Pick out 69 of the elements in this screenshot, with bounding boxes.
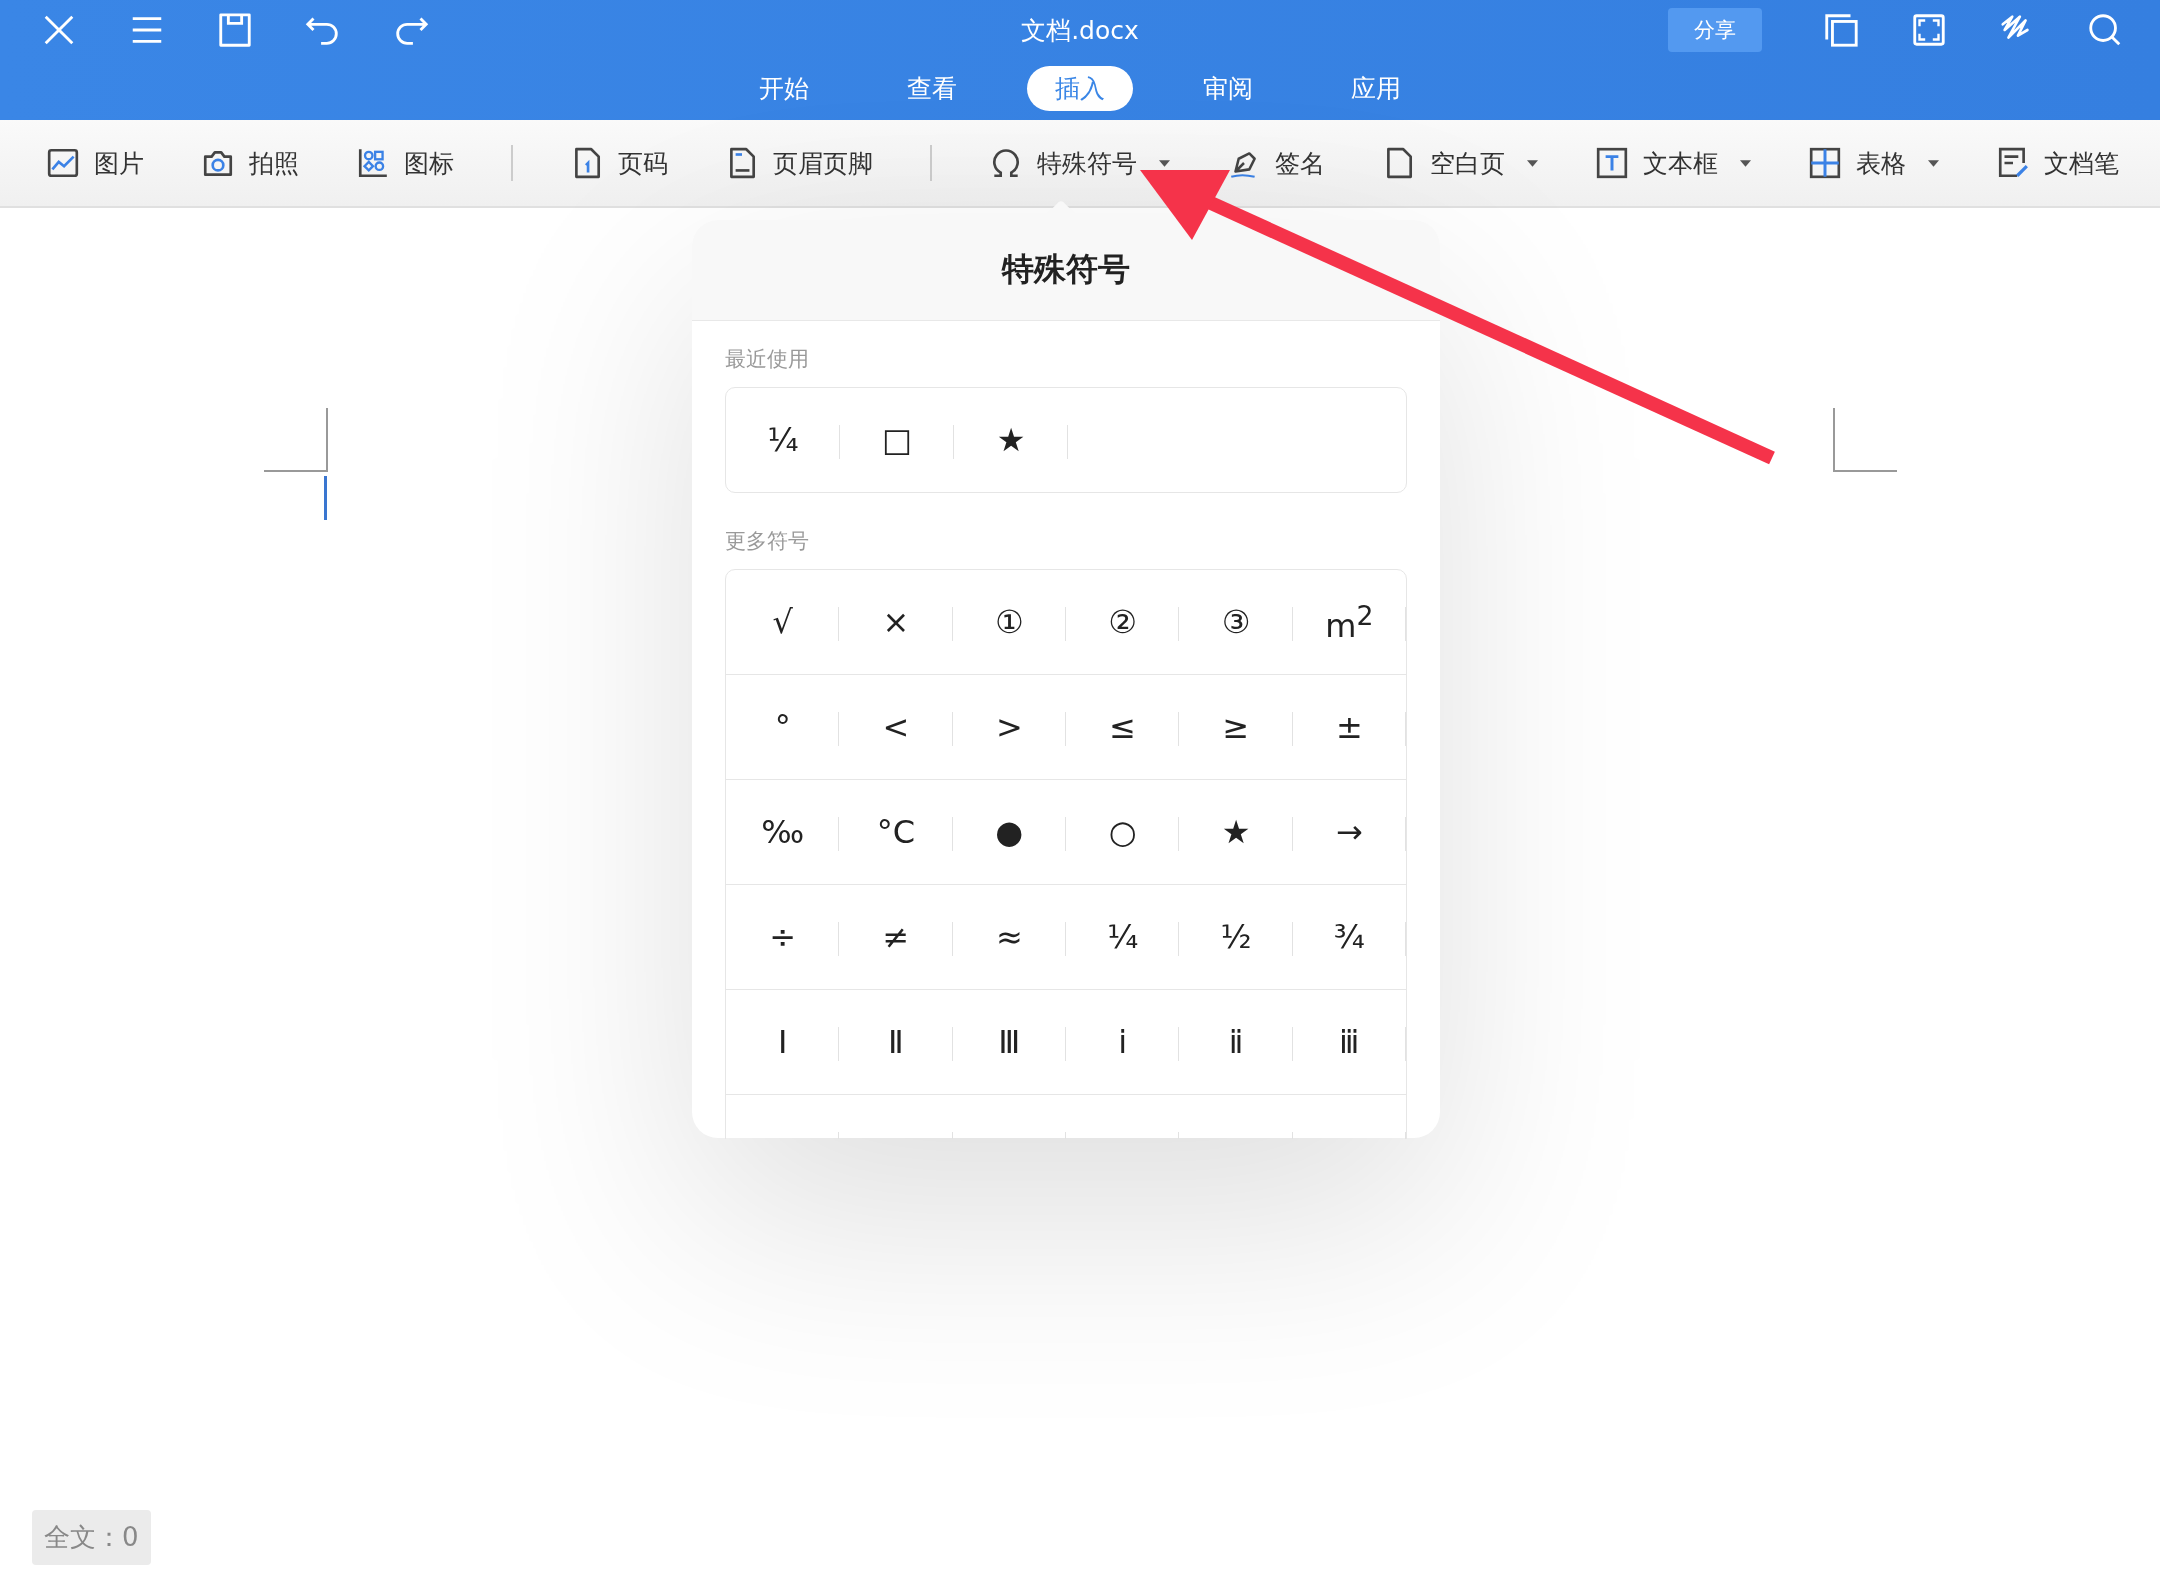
- symbol-button[interactable]: °C: [839, 780, 953, 884]
- symbol-button[interactable]: ●: [952, 780, 1066, 884]
- tab[interactable]: 插入: [1027, 66, 1133, 111]
- symbol-button[interactable]: ¼: [1066, 885, 1180, 989]
- text-cursor: [324, 476, 327, 520]
- toolbar-button[interactable]: 空白页: [1382, 142, 1538, 184]
- symbol-button[interactable]: ★: [954, 388, 1068, 492]
- symbol-button[interactable]: ≤: [1066, 675, 1180, 779]
- symbol-button[interactable]: ×: [839, 570, 953, 674]
- tab[interactable]: 应用: [1323, 66, 1429, 111]
- word-count: 全文：0: [32, 1510, 151, 1565]
- toolbar-button[interactable]: 特殊符号: [989, 142, 1170, 184]
- symbol-button[interactable]: Ⅰ: [726, 990, 840, 1094]
- symbol-button[interactable]: ≠: [839, 885, 953, 989]
- symbol-button[interactable]: >: [952, 675, 1066, 779]
- toolbar-button[interactable]: 页码: [570, 142, 668, 184]
- symbol-button[interactable]: ¼: [726, 388, 840, 492]
- section-label: 最近使用: [725, 346, 810, 373]
- note-edit-icon: [1996, 146, 2030, 180]
- popup-title: 特殊符号: [1002, 249, 1130, 290]
- caret-icon: [1159, 159, 1170, 167]
- symbol-button[interactable]: ÷: [726, 885, 840, 989]
- tab[interactable]: 开始: [731, 66, 837, 111]
- margin-corner-mark: [264, 408, 328, 472]
- picture-icon: [46, 146, 80, 180]
- windows-icon[interactable]: [1822, 11, 1860, 49]
- symbol-button[interactable]: ≥: [1179, 675, 1293, 779]
- symbol-button[interactable]: ≈: [952, 885, 1066, 989]
- symbol-button[interactable]: ⅲ: [1292, 990, 1406, 1094]
- symbol-button[interactable]: °: [726, 675, 840, 779]
- symbol-button[interactable]: √: [726, 570, 840, 674]
- symbol-button[interactable]: →: [1292, 780, 1406, 884]
- toolbar-button[interactable]: 拍照: [201, 142, 299, 184]
- caret-icon: [1928, 159, 1939, 167]
- text-box-icon: [1595, 146, 1629, 180]
- toolbar-button[interactable]: 签名: [1227, 142, 1325, 184]
- toolbar-button[interactable]: 页眉页脚: [725, 142, 873, 184]
- tab[interactable]: 审阅: [1175, 66, 1281, 111]
- toolbar-button[interactable]: 图标: [356, 142, 454, 184]
- symbol-button[interactable]: ★: [1179, 780, 1293, 884]
- section-label: 更多符号: [725, 528, 810, 555]
- table-icon: [1808, 146, 1842, 180]
- toolbar-button[interactable]: 图片: [46, 142, 144, 184]
- symbol-button[interactable]: ⅱ: [1179, 990, 1293, 1094]
- symbol-button[interactable]: ③: [1179, 570, 1293, 674]
- symbol-button[interactable]: ②: [1066, 570, 1180, 674]
- symbol-button[interactable]: ¾: [1292, 885, 1406, 989]
- caret-icon: [1740, 159, 1751, 167]
- toolbar-button[interactable]: 文本框: [1595, 142, 1751, 184]
- symbol-button[interactable]: ○: [1066, 780, 1180, 884]
- symbol-button[interactable]: <: [839, 675, 953, 779]
- symbol-button[interactable]: Ⅲ: [952, 990, 1066, 1094]
- window-title: 文档.docx: [1021, 14, 1139, 47]
- fullscreen-icon[interactable]: [1910, 11, 1948, 49]
- shapes-icon: [356, 146, 390, 180]
- symbol-button[interactable]: m$^{2}$: [1292, 570, 1406, 674]
- symbol-button[interactable]: Ⅱ: [839, 990, 953, 1094]
- toolbar-button[interactable]: 文档笔: [1996, 142, 2119, 184]
- symbol-button[interactable]: ±: [1292, 675, 1406, 779]
- symbol-button[interactable]: ½: [1179, 885, 1293, 989]
- symbol-button[interactable]: ⅰ: [1066, 990, 1180, 1094]
- save-icon[interactable]: [216, 11, 254, 49]
- margin-corner-mark: [1833, 408, 1897, 472]
- caret-icon: [1527, 159, 1538, 167]
- symbol-button[interactable]: ①: [952, 570, 1066, 674]
- symbol-button[interactable]: ‰: [726, 780, 840, 884]
- tab[interactable]: 查看: [879, 66, 985, 111]
- toolbar-button[interactable]: 表格: [1808, 142, 1939, 184]
- symbol-button[interactable]: □: [840, 388, 954, 492]
